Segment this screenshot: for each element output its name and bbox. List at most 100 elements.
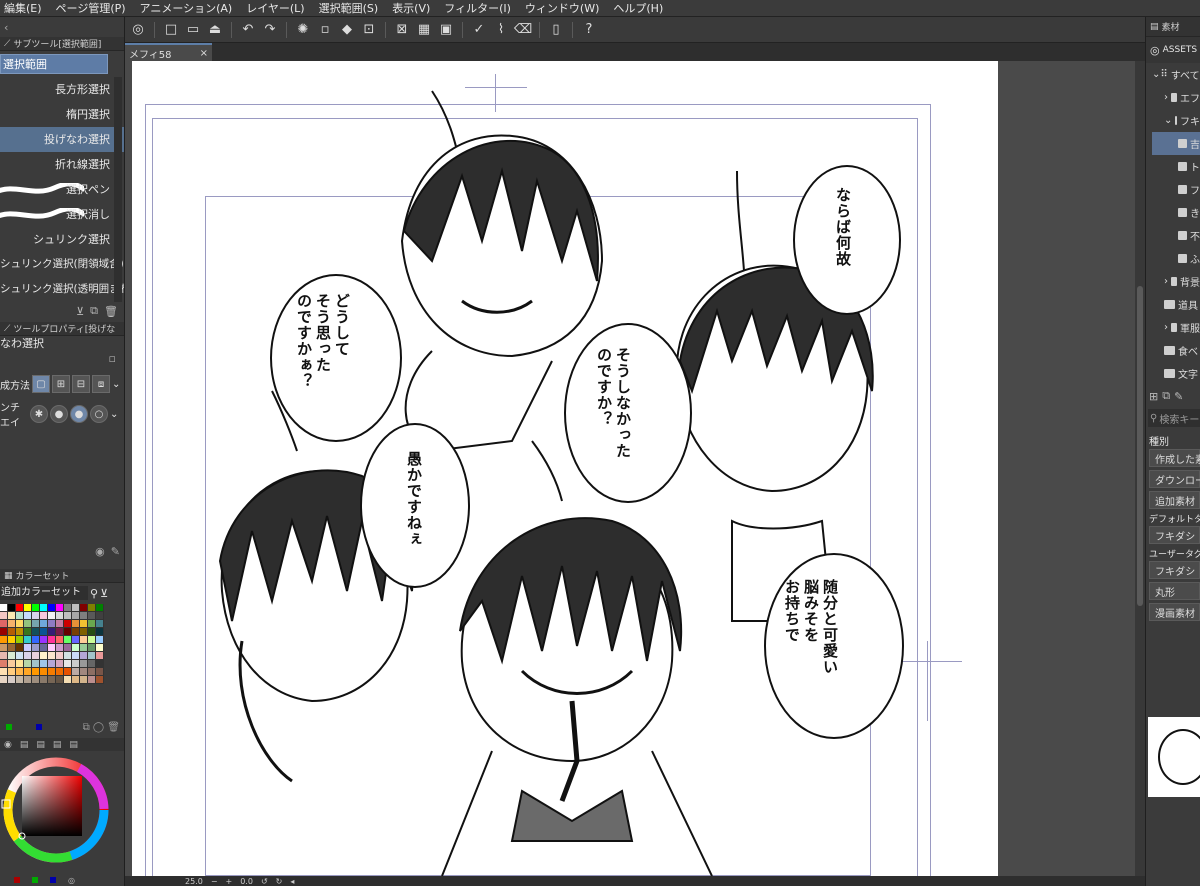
tree-item-7[interactable]: 不 bbox=[1152, 224, 1200, 247]
default-tag-button[interactable]: フキダシ bbox=[1149, 526, 1200, 544]
color-swatch[interactable] bbox=[64, 652, 72, 660]
menu-view[interactable]: 表示(V) bbox=[386, 0, 438, 17]
color-swatch[interactable] bbox=[8, 636, 16, 644]
color-swatch[interactable] bbox=[32, 668, 40, 676]
color-swatch[interactable] bbox=[96, 612, 104, 620]
material-preview-thumbnail[interactable] bbox=[1148, 717, 1200, 797]
intermediate-color-tab-icon[interactable]: ▤ bbox=[53, 740, 62, 750]
color-swatch[interactable] bbox=[8, 668, 16, 676]
color-swatch[interactable] bbox=[64, 612, 72, 620]
color-swatch[interactable] bbox=[40, 676, 48, 684]
eraser-icon[interactable]: ⌫ bbox=[514, 21, 532, 39]
color-swatch[interactable] bbox=[96, 604, 104, 612]
color-swatch[interactable] bbox=[88, 628, 96, 636]
tree-item-3[interactable]: 吉 bbox=[1152, 132, 1200, 155]
color-swatch[interactable] bbox=[72, 644, 80, 652]
color-swatch[interactable] bbox=[0, 644, 8, 652]
ruler-icon[interactable]: ▦ bbox=[415, 21, 433, 39]
color-swatch[interactable] bbox=[48, 668, 56, 676]
color-swatch[interactable] bbox=[72, 652, 80, 660]
subtool-select-pen[interactable]: 選択ペン bbox=[0, 177, 124, 202]
color-swatch[interactable] bbox=[80, 620, 88, 628]
color-swatch[interactable] bbox=[48, 604, 56, 612]
color-swatch[interactable] bbox=[64, 668, 72, 676]
color-swatch[interactable] bbox=[8, 604, 16, 612]
color-swatch[interactable] bbox=[80, 644, 88, 652]
antialias-none-icon[interactable]: ✱ bbox=[30, 405, 48, 423]
color-swatch[interactable] bbox=[80, 668, 88, 676]
color-swatch[interactable] bbox=[40, 644, 48, 652]
color-swatch[interactable] bbox=[96, 660, 104, 668]
color-swatch[interactable] bbox=[56, 612, 64, 620]
color-swatch[interactable] bbox=[0, 668, 8, 676]
search-icon[interactable]: ⚲ bbox=[90, 587, 98, 600]
color-swatch[interactable] bbox=[72, 668, 80, 676]
eyedropper-icon[interactable]: ◎ bbox=[68, 876, 75, 885]
filter-downloaded-button[interactable]: ダウンロー bbox=[1149, 470, 1200, 488]
color-swatch[interactable] bbox=[48, 676, 56, 684]
color-swatch[interactable] bbox=[96, 620, 104, 628]
green-swatch[interactable] bbox=[6, 724, 12, 730]
color-swatch[interactable] bbox=[56, 604, 64, 612]
wrench-icon[interactable]: ✎ bbox=[111, 545, 120, 559]
close-icon[interactable]: × bbox=[200, 48, 208, 59]
color-swatch[interactable] bbox=[24, 668, 32, 676]
subtool-lasso-select[interactable]: 投げなわ選択 bbox=[0, 127, 124, 152]
color-swatch[interactable] bbox=[72, 636, 80, 644]
color-swatch[interactable] bbox=[24, 676, 32, 684]
subtool-select-eraser[interactable]: 選択消し bbox=[0, 202, 124, 227]
color-swatch[interactable] bbox=[0, 660, 8, 668]
color-swatch[interactable] bbox=[40, 604, 48, 612]
color-swatch[interactable] bbox=[80, 652, 88, 660]
collapse-arrow-icon[interactable]: ‹ bbox=[4, 21, 8, 34]
color-swatch[interactable] bbox=[72, 604, 80, 612]
color-swatch[interactable] bbox=[56, 644, 64, 652]
menu-window[interactable]: ウィンドウ(W) bbox=[519, 0, 607, 17]
color-swatch[interactable] bbox=[0, 628, 8, 636]
canvas-paper[interactable]: どうして そう思った のですかぁ？ ならば何故 そうしなかった のですか？ 愚か… bbox=[132, 61, 998, 876]
color-swatch[interactable] bbox=[16, 676, 24, 684]
color-swatch[interactable] bbox=[56, 660, 64, 668]
color-swatch[interactable] bbox=[64, 636, 72, 644]
color-swatch[interactable] bbox=[24, 620, 32, 628]
transform-icon[interactable]: ⊡ bbox=[360, 21, 378, 39]
color-swatch[interactable] bbox=[0, 612, 8, 620]
color-swatch[interactable] bbox=[40, 660, 48, 668]
color-swatch[interactable] bbox=[56, 620, 64, 628]
help-icon[interactable]: ? bbox=[580, 21, 598, 39]
color-swatch[interactable] bbox=[48, 636, 56, 644]
color-swatch[interactable] bbox=[88, 660, 96, 668]
color-swatch[interactable] bbox=[72, 628, 80, 636]
color-swatch[interactable] bbox=[72, 660, 80, 668]
new-icon[interactable]: □ bbox=[162, 21, 180, 39]
color-set-dropdown[interactable]: 追加カラーセット bbox=[0, 586, 88, 600]
color-swatch[interactable] bbox=[64, 604, 72, 612]
tree-item-11[interactable]: › 軍服 bbox=[1152, 316, 1200, 339]
subtool-polyline-select[interactable]: 折れ線選択 bbox=[0, 152, 124, 177]
color-swatch[interactable] bbox=[48, 612, 56, 620]
menu-edit[interactable]: 編集(E) bbox=[0, 0, 50, 17]
color-swatch[interactable] bbox=[0, 652, 8, 660]
color-swatch[interactable] bbox=[40, 612, 48, 620]
color-swatch[interactable] bbox=[88, 652, 96, 660]
color-swatch[interactable] bbox=[16, 620, 24, 628]
color-swatch[interactable] bbox=[24, 636, 32, 644]
color-swatch[interactable] bbox=[64, 660, 72, 668]
tree-item-5[interactable]: フ bbox=[1152, 178, 1200, 201]
color-swatch[interactable] bbox=[48, 652, 56, 660]
color-swatch[interactable] bbox=[64, 676, 72, 684]
tree-item-10[interactable]: 道具 bbox=[1152, 293, 1200, 316]
color-swatch[interactable] bbox=[24, 652, 32, 660]
color-swatch[interactable] bbox=[88, 676, 96, 684]
trash-icon[interactable]: 🗑 bbox=[104, 305, 118, 318]
undo-icon[interactable]: ↶ bbox=[239, 21, 257, 39]
copy-icon[interactable]: ⧉ bbox=[90, 304, 98, 318]
filter-created-button[interactable]: 作成した素 bbox=[1149, 449, 1200, 467]
copy-folder-icon[interactable]: ⧉ bbox=[1162, 389, 1170, 403]
color-wheel[interactable] bbox=[0, 754, 112, 866]
color-swatch[interactable] bbox=[72, 620, 80, 628]
subtract-selection-icon[interactable]: ⊟ bbox=[72, 375, 90, 393]
add-selection-icon[interactable]: ⊞ bbox=[52, 375, 70, 393]
tree-item-12[interactable]: 食べ bbox=[1152, 339, 1200, 362]
antialias-weak-icon[interactable]: ● bbox=[50, 405, 68, 423]
